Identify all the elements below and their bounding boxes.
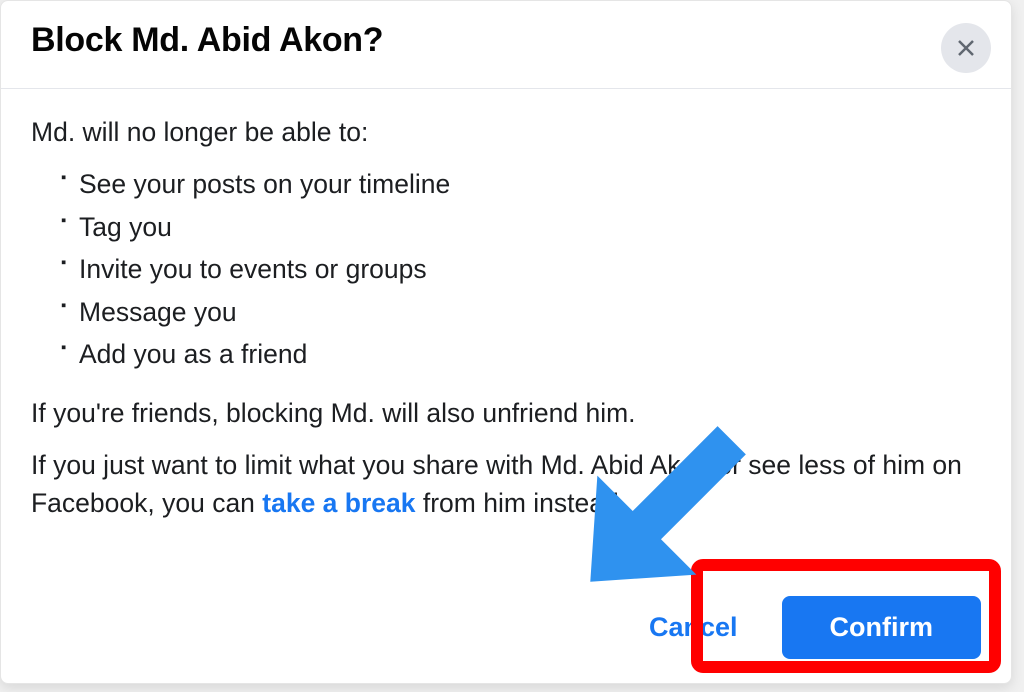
list-item: Add you as a friend: [61, 335, 981, 373]
close-icon: [954, 36, 978, 60]
list-item: Message you: [61, 293, 981, 331]
modal-header: Block Md. Abid Akon?: [1, 1, 1011, 89]
modal-title: Block Md. Abid Akon?: [31, 21, 383, 60]
block-user-modal: Block Md. Abid Akon? Md. will no longer …: [0, 0, 1012, 684]
list-item: Tag you: [61, 208, 981, 246]
close-button[interactable]: [941, 23, 991, 73]
unfriend-warning: If you're friends, blocking Md. will als…: [31, 394, 981, 432]
block-effects-list: See your posts on your timeline Tag you …: [31, 165, 981, 373]
modal-footer: Cancel Confirm: [591, 584, 1011, 683]
confirm-button[interactable]: Confirm: [782, 596, 982, 659]
list-item: Invite you to events or groups: [61, 250, 981, 288]
take-break-info: If you just want to limit what you share…: [31, 446, 981, 523]
para-text: from him instead.: [416, 488, 627, 518]
intro-text: Md. will no longer be able to:: [31, 113, 981, 151]
cancel-button[interactable]: Cancel: [621, 596, 766, 659]
modal-body: Md. will no longer be able to: See your …: [1, 89, 1011, 547]
list-item: See your posts on your timeline: [61, 165, 981, 203]
take-break-link[interactable]: take a break: [262, 488, 415, 518]
